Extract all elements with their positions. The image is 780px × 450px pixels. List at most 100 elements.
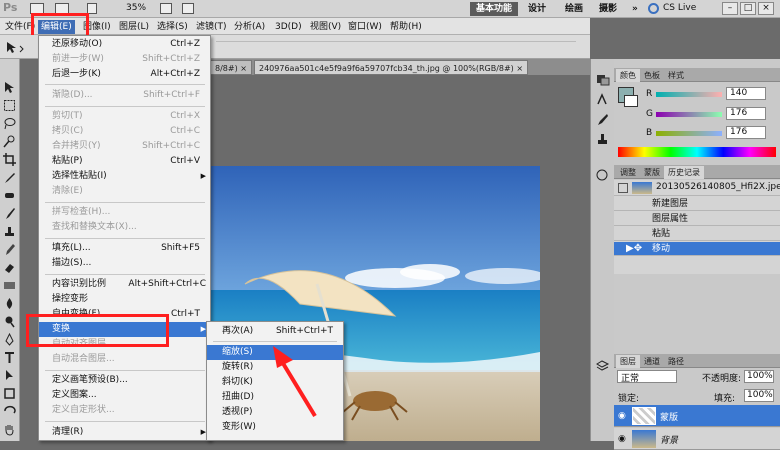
3d-rotate-tool-icon[interactable] [3,405,16,418]
tab-channels[interactable]: 通道 [640,355,664,368]
blend-mode-select[interactable]: 正常 [617,370,677,384]
close-button[interactable]: × [758,2,774,15]
color-r-input[interactable]: 140 [726,87,766,100]
visibility-eye-icon[interactable]: ◉ [618,411,626,421]
color-r-slider[interactable] [656,92,722,97]
swatches-panel-icon[interactable] [595,93,610,106]
menu-item-cut[interactable]: 剪切(T) Ctrl+X [39,109,210,124]
path-selection-tool-icon[interactable] [3,369,16,382]
layers-panel-icon[interactable] [595,359,610,372]
submenu-item-again[interactable]: 再次(A) Shift+Ctrl+T [207,324,343,339]
menu-item-fill[interactable]: 填充(L)... Shift+F5 [39,241,210,256]
color-b-input[interactable]: 176 [726,126,766,139]
history-step-selected[interactable]: ▶✥ 移动 [614,242,780,256]
menu-item-content-aware-scale[interactable]: 内容识别比例 Alt+Shift+Ctrl+C [39,277,210,292]
menu-item-find-replace[interactable]: 查找和替换文本(X)... [39,220,210,235]
menu-window[interactable]: 窗口(W) [345,20,385,34]
minimize-button[interactable]: – [722,2,738,15]
submenu-item-warp[interactable]: 变形(W) [207,420,343,435]
color-g-slider[interactable] [656,112,722,117]
cs-live-icon[interactable] [648,3,659,14]
workspace-photography[interactable]: 摄影 [593,2,623,16]
maximize-button[interactable]: □ [740,2,756,15]
color-b-slider[interactable] [656,131,722,136]
menu-item-step-forward[interactable]: 前进一步(W) Shift+Ctrl+Z [39,52,210,67]
hand-tool-icon[interactable] [3,423,16,436]
opacity-input[interactable]: 100% [744,370,774,383]
history-brush-tool-icon[interactable] [3,243,16,256]
visibility-eye-icon[interactable]: ◉ [618,434,626,444]
pen-tool-icon[interactable] [3,333,16,346]
lasso-tool-icon[interactable] [3,117,16,130]
move-tool-icon[interactable] [5,40,25,54]
menu-item-clear[interactable]: 清除(E) [39,184,210,199]
screen-mode-icon[interactable] [182,3,194,14]
menu-item-fade[interactable]: 渐隐(D)... Shift+Ctrl+F [39,88,210,103]
menu-item-paste[interactable]: 粘贴(P) Ctrl+V [39,154,210,169]
tab-masks[interactable]: 蒙版 [640,166,664,179]
history-step[interactable]: 新建图层 [614,197,780,211]
menu-item-auto-blend-layers[interactable]: 自动混合图层... [39,352,210,367]
tab-color[interactable]: 颜色 [616,69,640,82]
healing-brush-tool-icon[interactable] [3,189,16,202]
menu-item-copy-merged[interactable]: 合并拷贝(Y) Shift+Ctrl+C [39,139,210,154]
cs-live-label[interactable]: CS Live [663,3,696,13]
tab-swatches[interactable]: 色板 [640,69,664,82]
crop-tool-icon[interactable] [3,153,16,166]
menu-layer[interactable]: 图层(L) [116,20,152,34]
color-g-input[interactable]: 176 [726,107,766,120]
document-tab-2[interactable]: 240976aa501c4e5f9a9f6a59707fcb34_th.jpg … [254,60,529,75]
menu-item-define-pattern[interactable]: 定义图案... [39,388,210,403]
blur-tool-icon[interactable] [3,297,16,310]
quick-select-tool-icon[interactable] [3,135,16,148]
tab-layers[interactable]: 图层 [616,355,640,368]
menu-item-paste-special[interactable]: 选择性粘贴(I) ▶ [39,169,210,184]
brush-panel-icon[interactable] [595,113,610,126]
menu-item-step-backward[interactable]: 后退一步(K) Alt+Ctrl+Z [39,67,210,82]
tab-styles[interactable]: 样式 [664,69,688,82]
gradient-tool-icon[interactable] [3,279,16,292]
eyedropper-tool-icon[interactable] [3,171,16,184]
menu-analysis[interactable]: 分析(A) [231,20,268,34]
shape-tool-icon[interactable] [3,387,16,400]
move-tool-icon[interactable] [3,81,16,94]
brush-tool-icon[interactable] [3,207,16,220]
layer-row-selected[interactable]: ◉ 蒙版 [614,405,780,427]
marquee-tool-icon[interactable] [3,99,16,112]
menu-filter[interactable]: 滤镜(T) [193,20,230,34]
history-step[interactable]: 粘贴 [614,227,780,241]
history-step[interactable]: 图层属性 [614,212,780,226]
document-tab-1[interactable]: 8/8#) × [210,60,252,75]
menu-3d[interactable]: 3D(D) [272,20,305,34]
dodge-tool-icon[interactable] [3,315,16,328]
clone-stamp-tool-icon[interactable] [3,225,16,238]
fill-input[interactable]: 100% [744,389,774,402]
workspace-painting[interactable]: 绘画 [559,2,589,16]
adjustments-panel-icon[interactable] [595,169,610,182]
arrange-documents-icon[interactable] [160,3,172,14]
menu-item-define-shape[interactable]: 定义自定形状... [39,403,210,418]
layer-row[interactable]: ◉ 背景 [614,428,780,450]
workspace-design[interactable]: 设计 [522,2,552,16]
tab-adjustments[interactable]: 调整 [616,166,640,179]
menu-item-define-brush[interactable]: 定义画笔预设(B)... [39,373,210,388]
menu-item-purge[interactable]: 清理(R) ▶ [39,425,210,440]
menu-item-undo[interactable]: 还原移动(O) Ctrl+Z [39,37,210,52]
background-color-swatch[interactable] [624,95,638,107]
tab-history[interactable]: 历史记录 [664,166,704,179]
clone-source-panel-icon[interactable] [595,133,610,146]
history-snapshot[interactable]: 20130526140805_Hfi2X.jpeg [614,180,780,196]
zoom-level[interactable]: 35% [126,3,146,13]
workspace-more[interactable]: » [626,2,644,16]
menu-item-stroke[interactable]: 描边(S)... [39,256,210,271]
color-panel-icon[interactable] [595,73,610,86]
menu-select[interactable]: 选择(S) [154,20,191,34]
workspace-essentials[interactable]: 基本功能 [470,2,519,16]
type-tool-icon[interactable] [3,351,16,364]
tab-paths[interactable]: 路径 [664,355,688,368]
color-spectrum-bar[interactable] [618,147,776,157]
menu-item-copy[interactable]: 拷贝(C) Ctrl+C [39,124,210,139]
menu-item-check-spelling[interactable]: 拼写检查(H)... [39,205,210,220]
menu-item-puppet-warp[interactable]: 操控变形 [39,292,210,307]
eraser-tool-icon[interactable] [3,261,16,274]
